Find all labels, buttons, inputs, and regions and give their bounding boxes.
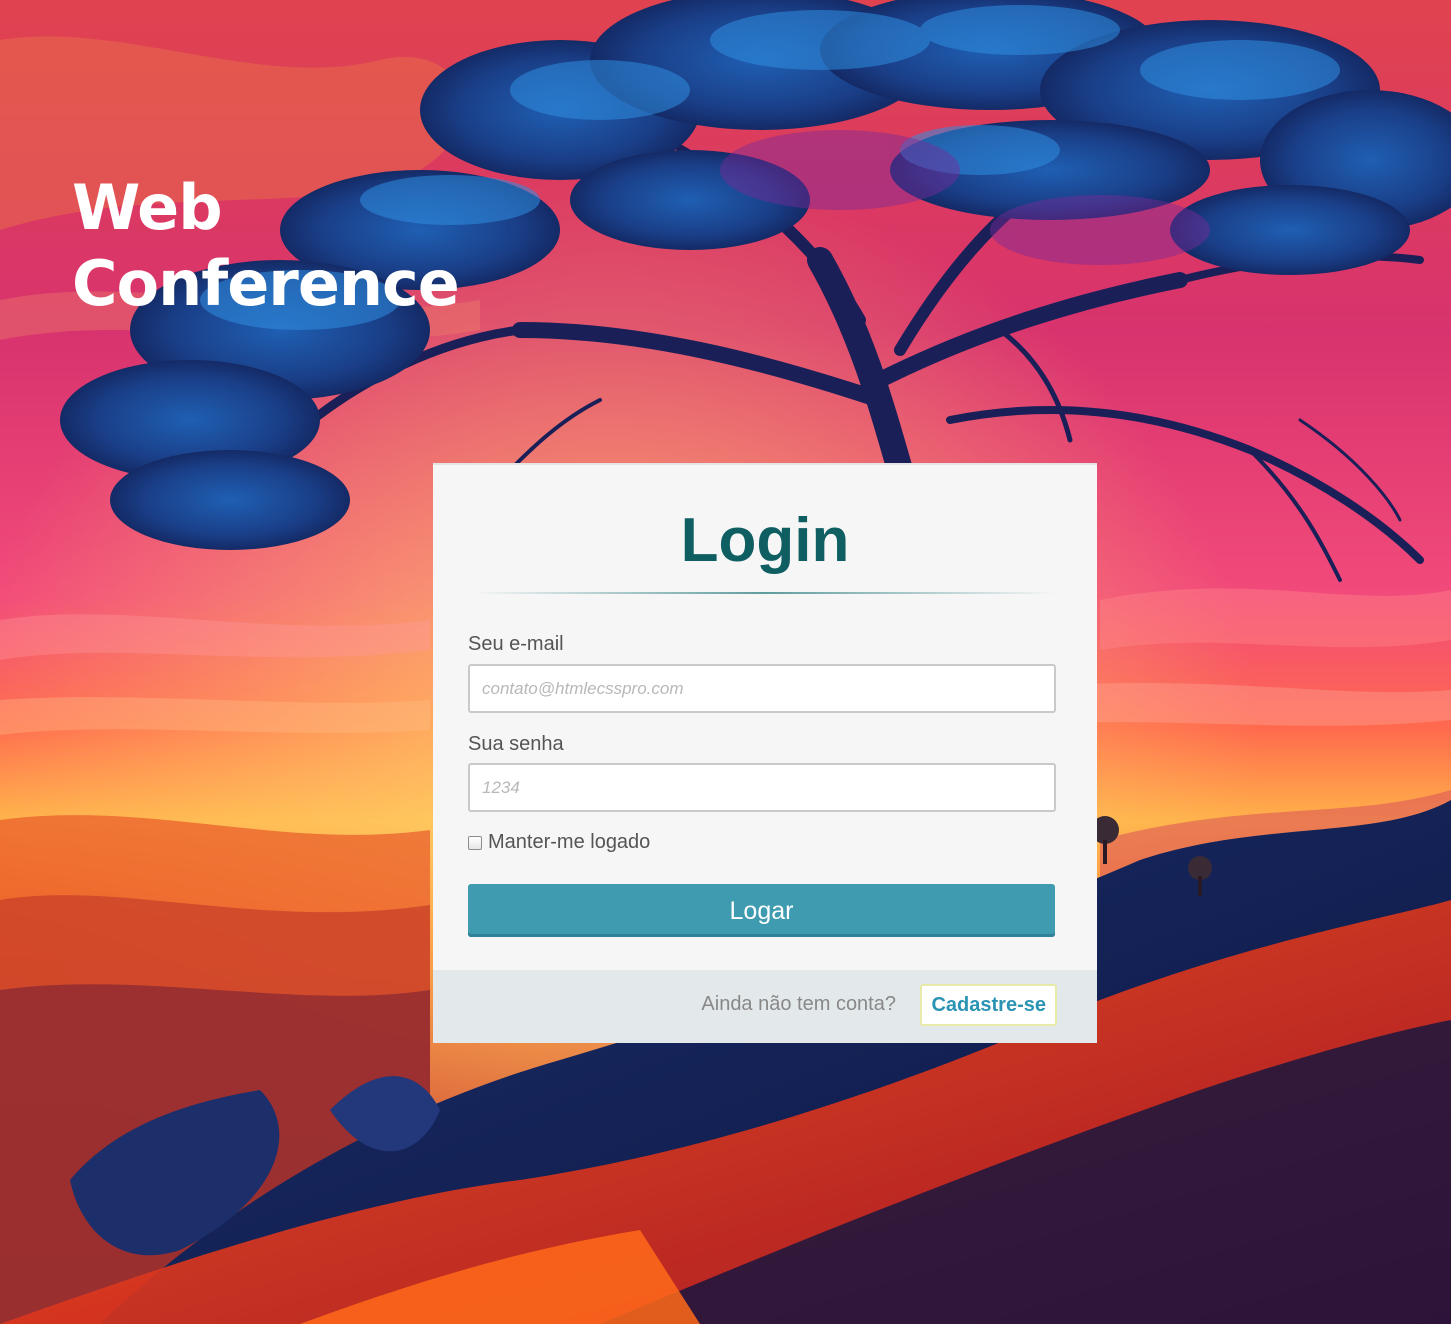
brand-line-1: Web <box>72 171 223 244</box>
page-root: Web Conference Login Seu e-mail Sua senh… <box>0 0 1451 1324</box>
password-label: Sua senha <box>468 733 564 755</box>
brand-title: Web Conference <box>72 170 460 322</box>
title-divider <box>473 592 1057 594</box>
brand-line-2: Conference <box>72 247 460 320</box>
login-card: Login Seu e-mail Sua senha Manter-me log… <box>433 463 1097 1043</box>
email-label: Seu e-mail <box>468 633 564 655</box>
remember-checkbox[interactable] <box>468 835 482 850</box>
login-button[interactable]: Logar <box>468 884 1055 937</box>
password-input[interactable] <box>468 763 1056 812</box>
login-footer: Ainda não tem conta? Cadastre-se <box>433 970 1097 1043</box>
login-title: Login <box>680 506 850 575</box>
remember-me[interactable]: Manter-me logado <box>468 831 650 854</box>
no-account-text: Ainda não tem conta? <box>701 993 896 1015</box>
email-input[interactable] <box>468 664 1056 713</box>
register-link[interactable]: Cadastre-se <box>920 984 1057 1026</box>
remember-label: Manter-me logado <box>488 831 651 853</box>
